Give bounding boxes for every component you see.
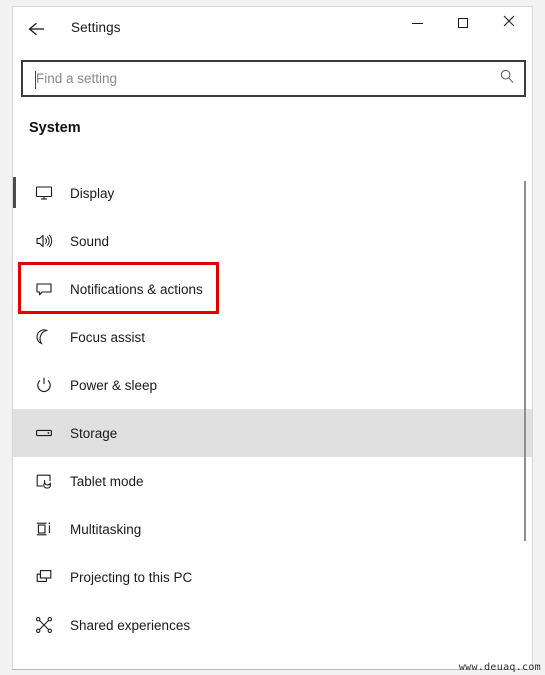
watermark: www.deuaq.com bbox=[458, 662, 541, 673]
search-input[interactable] bbox=[23, 62, 524, 95]
drive-icon bbox=[29, 424, 59, 442]
search-box[interactable] bbox=[21, 60, 526, 97]
close-button[interactable] bbox=[486, 7, 532, 39]
search-row bbox=[21, 60, 526, 97]
nav-item-shared-experiences[interactable]: Shared experiences bbox=[13, 601, 532, 649]
maximize-button[interactable] bbox=[440, 7, 486, 39]
minimize-icon bbox=[411, 22, 423, 24]
close-icon bbox=[503, 14, 515, 32]
nav-item-label: Tablet mode bbox=[70, 473, 144, 489]
vertical-scrollbar[interactable] bbox=[520, 169, 530, 670]
selection-indicator bbox=[13, 177, 16, 208]
settings-window: Settings Find a setting System Display S… bbox=[12, 6, 533, 670]
nav-item-label: Shared experiences bbox=[70, 617, 191, 633]
nav-item-multitasking[interactable]: Multitasking bbox=[13, 505, 532, 553]
window-bottom-edge bbox=[12, 669, 533, 670]
moon-icon bbox=[29, 328, 59, 346]
nav-item-label: Sound bbox=[70, 233, 110, 249]
nav-item-label: Power & sleep bbox=[70, 377, 158, 393]
nav-item-power-and-sleep[interactable]: Power & sleep bbox=[13, 361, 532, 409]
nav-item-display[interactable]: Display bbox=[13, 169, 532, 217]
title-bar: Settings bbox=[13, 7, 532, 51]
monitor-icon bbox=[29, 184, 59, 202]
nav-item-tablet-mode[interactable]: Tablet mode bbox=[13, 457, 532, 505]
nav-item-storage[interactable]: Storage bbox=[13, 409, 532, 457]
nav-item-sound[interactable]: Sound bbox=[13, 217, 532, 265]
tablet-hand-icon bbox=[29, 472, 59, 490]
nav-item-notifications-and-actions[interactable]: Notifications & actions bbox=[13, 265, 532, 313]
text-caret bbox=[35, 71, 36, 89]
nav-item-label: Multitasking bbox=[70, 521, 142, 537]
chat-bubble-icon bbox=[29, 280, 59, 298]
projecting-icon bbox=[29, 568, 59, 586]
search-icon[interactable] bbox=[499, 68, 515, 89]
minimize-button[interactable] bbox=[394, 7, 440, 39]
nav-item-projecting-to-this-pc[interactable]: Projecting to this PC bbox=[13, 553, 532, 601]
settings-nav-list: Display Sound Notifications & actions Fo… bbox=[13, 169, 532, 670]
share-nodes-icon bbox=[29, 616, 59, 634]
nav-item-label: Display bbox=[70, 185, 115, 201]
back-arrow-icon bbox=[28, 21, 48, 37]
scrollbar-thumb[interactable] bbox=[524, 181, 526, 541]
nav-item-label: Projecting to this PC bbox=[70, 569, 193, 585]
power-icon bbox=[29, 376, 59, 394]
nav-item-focus-assist[interactable]: Focus assist bbox=[13, 313, 532, 361]
nav-item-label: Focus assist bbox=[70, 329, 146, 345]
multitasking-icon bbox=[29, 520, 59, 538]
page-title: System bbox=[29, 120, 81, 136]
nav-item-label: Storage bbox=[70, 425, 118, 441]
app-title: Settings bbox=[71, 20, 121, 35]
speaker-icon bbox=[29, 232, 59, 250]
nav-item-label: Notifications & actions bbox=[70, 281, 203, 297]
maximize-icon bbox=[458, 18, 468, 28]
back-button[interactable] bbox=[19, 11, 57, 47]
